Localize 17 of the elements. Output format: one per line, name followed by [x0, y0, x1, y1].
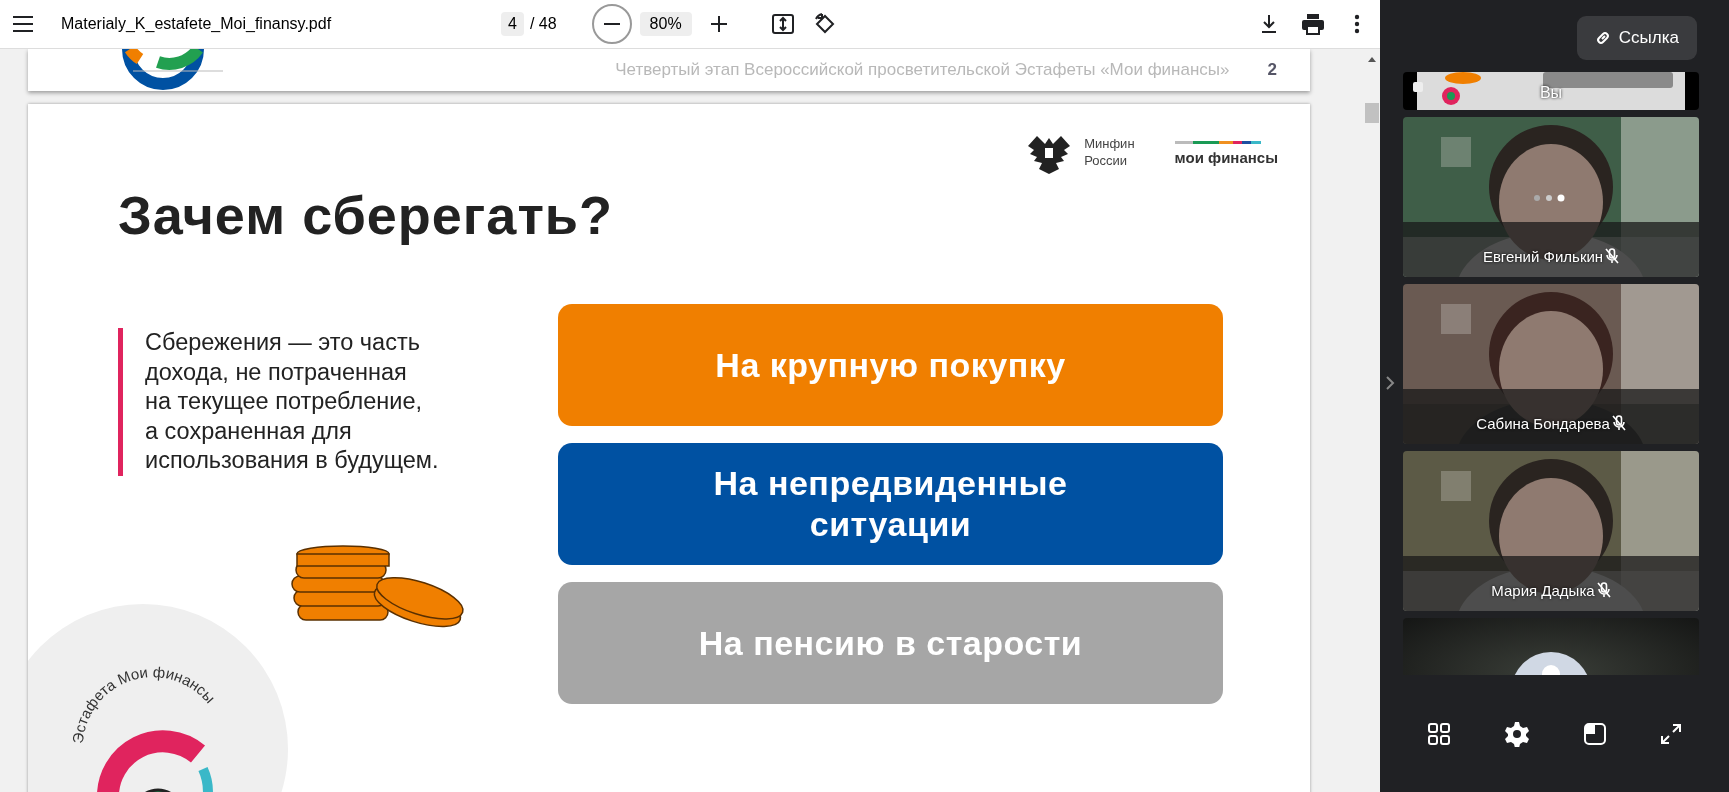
link-button[interactable]: Ссылка [1576, 16, 1697, 60]
page-number-field[interactable]: 4 [501, 12, 524, 36]
zoom-field[interactable]: 80% [639, 12, 692, 36]
slide-title: Зачем сберегать? [117, 184, 614, 247]
page-number: 2 [1267, 60, 1277, 80]
file-name: Materialy_K_estafete_Moi_finansy.pdf [61, 15, 333, 33]
reason-box: На непредвиденные ситуации [558, 443, 1223, 565]
reason-box: На крупную покупку [558, 304, 1223, 426]
participant-name: Вы [1539, 83, 1563, 102]
page-total: / 48 [529, 15, 557, 33]
page-footer-text: Четвертый этап Всероссийской просветительской Эстафеты «Мои финансы» [615, 60, 1230, 80]
participant-name: Мария Дадыка [1491, 581, 1595, 599]
participant-name: Сабина Бондарева [1476, 414, 1610, 432]
participant-name: Евгений Филькин [1482, 247, 1604, 265]
reason-box: На пенсию в старости [558, 582, 1223, 704]
brand-name: мои финансы [1174, 148, 1278, 166]
ministry-name: Минфин России [1084, 136, 1135, 170]
